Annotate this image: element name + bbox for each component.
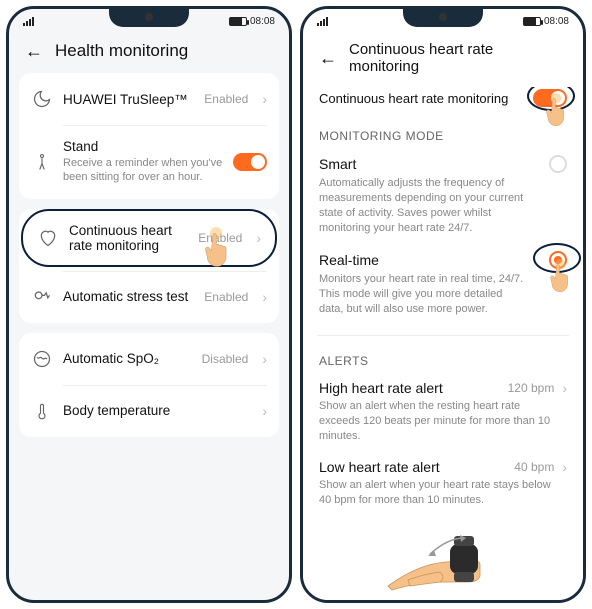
content: HUAWEI TruSleep™ Enabled › Stand Receive… xyxy=(9,73,289,600)
row-heart-rate[interactable]: Continuous heart rate monitoring Enabled… xyxy=(21,209,277,267)
chevron-right-icon: › xyxy=(262,351,267,367)
signal-icon xyxy=(317,17,328,26)
stand-toggle[interactable] xyxy=(233,153,267,171)
content: Continuous heart rate monitoring MONITOR… xyxy=(303,87,583,600)
page-title: Health monitoring xyxy=(55,41,188,61)
row-status: Disabled xyxy=(202,352,249,366)
row-temp[interactable]: Body temperature › xyxy=(19,385,279,437)
row-title: Body temperature xyxy=(63,403,248,418)
radio-smart[interactable] xyxy=(549,155,567,173)
mode-realtime[interactable]: Real-time Monitors your heart rate in re… xyxy=(317,249,569,331)
row-spo2[interactable]: Automatic SpO₂ Disabled › xyxy=(19,333,279,385)
row-stand[interactable]: Stand Receive a reminder when you've bee… xyxy=(19,125,279,199)
alert-low[interactable]: Low heart rate alert 40 bpm › Show an ale… xyxy=(317,457,569,522)
spo2-icon xyxy=(31,349,53,369)
mode-smart[interactable]: Smart Automatically adjusts the frequenc… xyxy=(317,153,569,249)
alert-value: 120 bpm xyxy=(508,381,555,395)
heart-icon xyxy=(37,228,59,248)
clock: 08:08 xyxy=(544,16,569,27)
row-title: Automatic SpO₂ xyxy=(63,351,192,366)
battery-icon xyxy=(523,17,541,26)
mode-title: Smart xyxy=(319,156,356,172)
header: ← Health monitoring xyxy=(9,31,289,73)
notch xyxy=(403,9,483,27)
row-trusleep[interactable]: HUAWEI TruSleep™ Enabled › xyxy=(19,73,279,125)
row-title: HUAWEI TruSleep™ xyxy=(63,92,194,107)
row-status: Enabled xyxy=(204,290,248,304)
back-icon[interactable]: ← xyxy=(25,42,43,60)
row-title: Automatic stress test xyxy=(63,289,194,304)
row-master-toggle[interactable]: Continuous heart rate monitoring xyxy=(317,87,569,121)
master-toggle[interactable] xyxy=(533,89,567,107)
toggle-label: Continuous heart rate monitoring xyxy=(319,91,533,106)
section-mode-header: MONITORING MODE xyxy=(317,121,569,153)
row-title: Stand xyxy=(63,139,223,154)
card-3: Automatic SpO₂ Disabled › Body temperatu… xyxy=(19,333,279,437)
chevron-right-icon: › xyxy=(562,380,567,396)
mode-title: Real-time xyxy=(319,252,379,268)
row-sub: Receive a reminder when you've been sitt… xyxy=(63,156,223,185)
stress-icon xyxy=(31,287,53,307)
alert-desc: Show an alert when the resting heart rat… xyxy=(319,399,567,444)
chevron-right-icon: › xyxy=(256,230,261,246)
thermometer-icon xyxy=(31,401,53,421)
signal-icon xyxy=(23,17,34,26)
watch-illustration xyxy=(317,522,569,598)
card-2: Continuous heart rate monitoring Enabled… xyxy=(19,209,279,323)
header: ← Continuous heart rate monitoring xyxy=(303,31,583,87)
card-1: HUAWEI TruSleep™ Enabled › Stand Receive… xyxy=(19,73,279,199)
chevron-right-icon: › xyxy=(262,91,267,107)
row-status: Enabled xyxy=(198,231,242,245)
phone-right: 08:08 ← Continuous heart rate monitoring… xyxy=(300,6,586,603)
chevron-right-icon: › xyxy=(262,289,267,305)
mode-desc: Automatically adjusts the frequency of m… xyxy=(319,176,567,235)
alert-desc: Show an alert when your heart rate stays… xyxy=(319,478,567,508)
radio-realtime[interactable] xyxy=(549,251,567,269)
chevron-right-icon: › xyxy=(562,459,567,475)
divider xyxy=(317,335,569,336)
page-title: Continuous heart rate monitoring xyxy=(349,41,567,75)
alert-title: High heart rate alert xyxy=(319,380,443,396)
clock: 08:08 xyxy=(250,16,275,27)
stand-icon xyxy=(31,152,53,172)
row-status: Enabled xyxy=(204,92,248,106)
alert-title: Low heart rate alert xyxy=(319,459,440,475)
alert-value: 40 bpm xyxy=(514,460,554,474)
notch xyxy=(109,9,189,27)
battery-icon xyxy=(229,17,247,26)
moon-icon xyxy=(31,89,53,109)
alert-high[interactable]: High heart rate alert 120 bpm › Show an a… xyxy=(317,378,569,458)
row-title: Continuous heart rate monitoring xyxy=(69,223,188,253)
section-alerts-header: ALERTS xyxy=(317,346,569,378)
chevron-right-icon: › xyxy=(262,403,267,419)
phone-left: 08:08 ← Health monitoring HUAWEI TruSlee… xyxy=(6,6,292,603)
back-icon[interactable]: ← xyxy=(319,49,337,67)
row-stress[interactable]: Automatic stress test Enabled › xyxy=(19,271,279,323)
mode-desc: Monitors your heart rate in real time, 2… xyxy=(319,272,567,317)
